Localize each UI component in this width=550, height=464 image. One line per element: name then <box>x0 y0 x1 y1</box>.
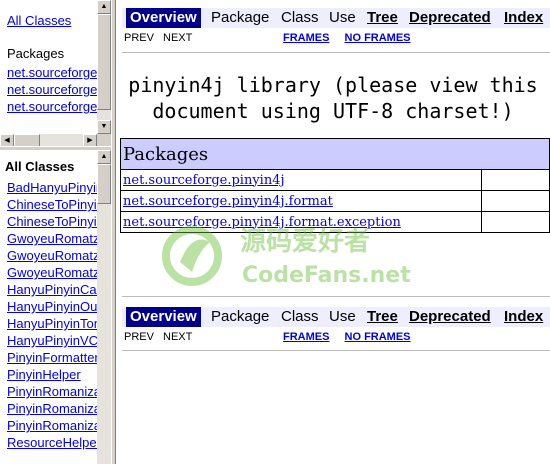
watermark-en-text: CodeFans.net <box>242 263 411 288</box>
class-link[interactable]: ChineseToPinyinResource <box>7 196 111 213</box>
footer-rule-top <box>122 296 550 297</box>
class-link[interactable]: HanyuPinyinOutputFormat <box>7 298 111 315</box>
package-description-cell <box>481 169 550 191</box>
nav-tree-link[interactable]: Tree <box>367 308 398 325</box>
class-link[interactable]: PinyinRomanizationResource <box>7 383 111 400</box>
nav-class: Class <box>281 9 319 26</box>
packages-table: Packages net.sourceforge.pinyin4j net.sou… <box>120 138 550 233</box>
prev-label: PREV <box>124 331 154 343</box>
packages-table-body: net.sourceforge.pinyin4j net.sourceforge.… <box>120 169 550 233</box>
nav-overview-current: Overview <box>126 8 201 28</box>
package-link[interactable]: net.sourceforge.pinyin4j.format.exceptio… <box>123 215 401 230</box>
nav-index-link[interactable]: Index <box>504 308 543 325</box>
class-link[interactable]: ResourceHelper <box>7 434 111 451</box>
packages-frame: All Classes Packages net.sourceforge.pi n… <box>0 0 111 148</box>
no-frames-link[interactable]: NO FRAMES <box>345 331 411 343</box>
top-frames-links: FRAMES NO FRAMES <box>283 32 411 44</box>
scroll-up-button[interactable]: ▲ <box>97 0 111 14</box>
watermark-leaf-icon <box>180 239 210 272</box>
all-classes-link[interactable]: All Classes <box>7 12 71 29</box>
nav-use: Use <box>329 9 356 26</box>
table-row: net.sourceforge.pinyin4j.format.exceptio… <box>120 211 550 233</box>
top-subnav: PREV NEXT <box>124 32 192 44</box>
class-link[interactable]: GwoyeuRomatzyhConverter <box>7 230 111 247</box>
class-link[interactable]: BadHanyuPinyinOutputFormatCombination <box>7 179 111 196</box>
next-label: NEXT <box>163 32 193 44</box>
package-link[interactable]: net.sourceforge.pinyin4j.format <box>123 194 333 209</box>
packages-heading: Packages <box>7 46 65 61</box>
header-rule <box>122 52 550 53</box>
bottom-frames-links: FRAMES NO FRAMES <box>283 331 411 343</box>
packages-vertical-scrollbar[interactable]: ▲ ▼ <box>97 0 111 134</box>
nav-tree-link[interactable]: Tree <box>367 9 398 26</box>
frames-link[interactable]: FRAMES <box>283 331 329 343</box>
scroll-up-button[interactable]: ▲ <box>97 150 111 164</box>
package-name-cell: net.sourceforge.pinyin4j.format.exceptio… <box>120 211 482 233</box>
footer-rule-bottom <box>122 350 550 351</box>
nav-class: Class <box>281 308 319 325</box>
table-header: Packages <box>120 138 550 170</box>
title-line-1: pinyin4j library (please view this <box>128 73 538 97</box>
package-link[interactable]: net.sourceforge.pinyin4j <box>123 173 285 188</box>
package-link[interactable]: net.sourceforge.pinyin4j.format.exceptio… <box>7 98 111 115</box>
nav-use: Use <box>329 308 356 325</box>
main-frame: Overview Package Class Use Tree Deprecat… <box>116 0 550 464</box>
class-link[interactable]: HanyuPinyinCaseType <box>7 281 111 298</box>
package-description-cell <box>481 190 550 212</box>
nav-deprecated-link[interactable]: Deprecated <box>409 308 491 325</box>
watermark-logo-icon <box>162 226 222 286</box>
bottom-subnav: PREV NEXT <box>124 331 192 343</box>
class-link[interactable]: PinyinRomanizationType <box>7 417 111 434</box>
class-link[interactable]: PinyinFormatter <box>7 349 111 366</box>
prev-label: PREV <box>124 32 154 44</box>
classes-vertical-scrollbar[interactable]: ▲ <box>97 150 111 464</box>
all-classes-heading: All Classes <box>5 159 75 174</box>
nav-package: Package <box>211 308 270 325</box>
frames-link[interactable]: FRAMES <box>283 32 329 44</box>
title-line-2: document using UTF-8 charset!) <box>152 99 514 123</box>
package-description-cell <box>481 211 550 233</box>
class-link[interactable]: ChineseToPinyinResource <box>7 213 111 230</box>
package-name-cell: net.sourceforge.pinyin4j.format <box>120 190 482 212</box>
class-link[interactable]: HanyuPinyinVCharType <box>7 332 111 349</box>
next-label: NEXT <box>163 331 193 343</box>
scrollbar-thumb[interactable] <box>97 164 111 204</box>
nav-index-link[interactable]: Index <box>504 9 543 26</box>
package-link[interactable]: net.sourceforge.pinyin4j <box>7 64 111 81</box>
class-list: BadHanyuPinyinOutputFormatCombinationChi… <box>7 179 111 451</box>
nav-deprecated-link[interactable]: Deprecated <box>409 9 491 26</box>
table-row: net.sourceforge.pinyin4j.format <box>120 190 550 212</box>
package-link[interactable]: net.sourceforge.pinyin4j.format <box>7 81 111 98</box>
class-link[interactable]: PinyinRomanizationTranslator <box>7 400 111 417</box>
top-navbar: Overview Package Class Use Tree Deprecat… <box>122 8 550 28</box>
package-list: net.sourceforge.pinyin4jnet.sourceforge.… <box>7 64 111 115</box>
class-link[interactable]: GwoyeuRomatzyhTranslator <box>7 264 111 281</box>
scrollbar-thumb[interactable] <box>97 14 111 110</box>
bottom-navbar: Overview Package Class Use Tree Deprecat… <box>122 307 550 327</box>
class-link[interactable]: PinyinHelper <box>7 366 111 383</box>
scroll-down-button[interactable]: ▼ <box>97 120 111 134</box>
no-frames-link[interactable]: NO FRAMES <box>345 32 411 44</box>
nav-package: Package <box>211 9 270 26</box>
table-row: net.sourceforge.pinyin4j <box>120 169 550 191</box>
class-link[interactable]: GwoyeuRomatzyhResource <box>7 247 111 264</box>
class-link[interactable]: HanyuPinyinToneType <box>7 315 111 332</box>
nav-overview-current: Overview <box>126 307 201 327</box>
page-title: pinyin4j library (please view this docum… <box>116 72 550 124</box>
package-name-cell: net.sourceforge.pinyin4j <box>120 169 482 191</box>
classes-frame: All Classes BadHanyuPinyinOutputFormatCo… <box>0 150 111 464</box>
